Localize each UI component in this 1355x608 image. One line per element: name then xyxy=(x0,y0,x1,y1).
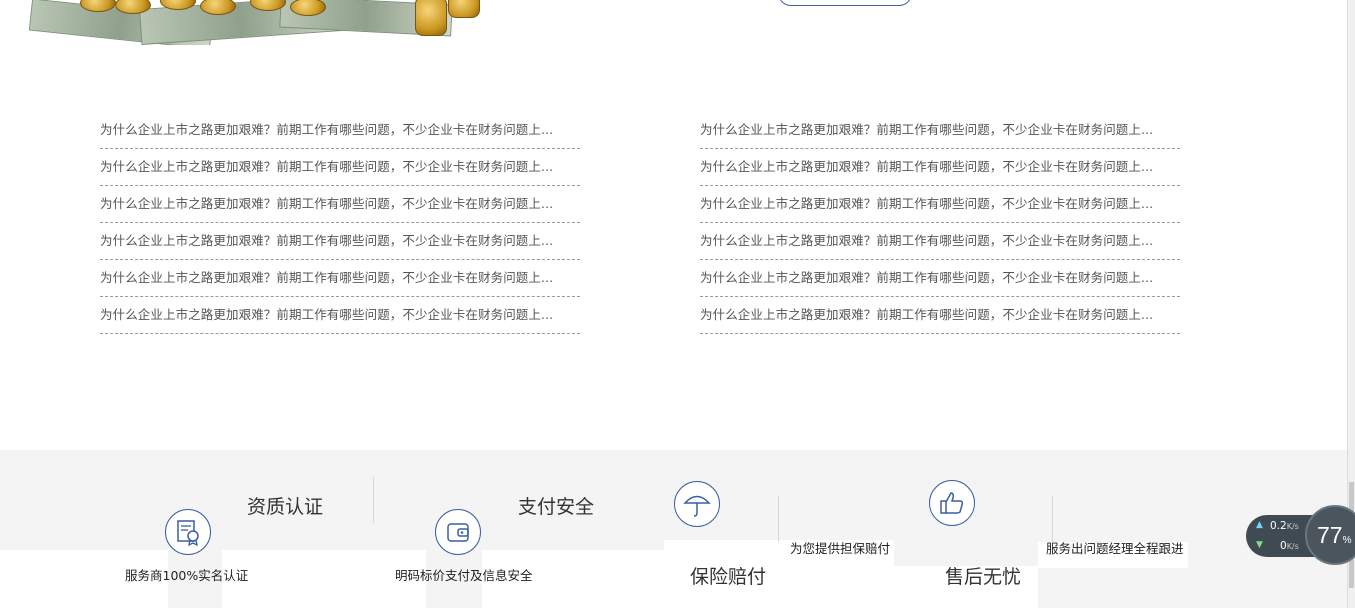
download-value: 0 xyxy=(1280,540,1287,552)
qualification-title: 资质认证 xyxy=(247,496,324,518)
news-item[interactable]: 为什么企业上市之路更加艰难？前期工作有哪些问题，不少企业卡在财务问题上... xyxy=(700,149,1180,186)
divider xyxy=(778,496,779,542)
payment-title: 支付安全 xyxy=(518,496,595,518)
certificate-icon xyxy=(165,509,211,555)
download-arrow-icon: ▼ xyxy=(1256,540,1263,550)
news-item[interactable]: 为什么企业上市之路更加艰难？前期工作有哪些问题，不少企业卡在财务问题上... xyxy=(100,112,580,149)
download-speed: ▼ 0K/s xyxy=(1256,540,1299,552)
divider xyxy=(1052,496,1053,542)
news-list-left: 为什么企业上市之路更加艰难？前期工作有哪些问题，不少企业卡在财务问题上... 为… xyxy=(100,112,580,334)
divider xyxy=(373,477,374,523)
news-item[interactable]: 为什么企业上市之路更加艰难？前期工作有哪些问题，不少企业卡在财务问题上... xyxy=(700,260,1180,297)
umbrella-icon xyxy=(674,481,720,527)
payment-desc: 明码标价支付及信息安全 xyxy=(395,568,533,583)
upload-speed: ▲ 0.2K/s xyxy=(1256,520,1299,532)
thumbs-up-icon xyxy=(929,480,975,526)
upload-value: 0.2 xyxy=(1270,520,1287,532)
aftersales-title: 售后无忧 xyxy=(945,566,1022,588)
gauge-percent: 77% xyxy=(1317,522,1352,549)
insurance-desc: 为您提供担保赔付 xyxy=(790,541,891,556)
news-item[interactable]: 为什么企业上市之路更加艰难？前期工作有哪些问题，不少企业卡在财务问题上... xyxy=(100,186,580,223)
news-list-right: 为什么企业上市之路更加艰难？前期工作有哪些问题，不少企业卡在财务问题上... 为… xyxy=(700,112,1180,334)
insurance-title: 保险赔付 xyxy=(690,566,767,588)
upload-unit: K/s xyxy=(1286,522,1299,531)
news-item[interactable]: 为什么企业上市之路更加艰难？前期工作有哪些问题，不少企业卡在财务问题上... xyxy=(100,260,580,297)
wallet-icon xyxy=(435,509,481,555)
memory-gauge[interactable]: 77% xyxy=(1305,505,1355,565)
news-item[interactable]: 为什么企业上市之路更加艰难？前期工作有哪些问题，不少企业卡在财务问题上... xyxy=(700,223,1180,260)
upload-arrow-icon: ▲ xyxy=(1256,520,1263,530)
download-unit: K/s xyxy=(1286,542,1299,551)
gauge-percent-sign: % xyxy=(1342,535,1352,546)
news-item[interactable]: 为什么企业上市之路更加艰难？前期工作有哪些问题，不少企业卡在财务问题上... xyxy=(700,297,1180,334)
qualification-desc: 服务商100%实名认证 xyxy=(125,568,249,583)
aftersales-desc: 服务出问题经理全程跟进 xyxy=(1046,541,1184,556)
news-item[interactable]: 为什么企业上市之路更加艰难？前期工作有哪些问题，不少企业卡在财务问题上... xyxy=(700,186,1180,223)
news-item[interactable]: 为什么企业上市之路更加艰难？前期工作有哪些问题，不少企业卡在财务问题上... xyxy=(100,149,580,186)
money-banner-image xyxy=(20,0,510,45)
gauge-value: 77 xyxy=(1317,522,1343,548)
news-item[interactable]: 为什么企业上市之路更加艰难？前期工作有哪些问题，不少企业卡在财务问题上... xyxy=(100,297,580,334)
top-pill-button[interactable] xyxy=(778,0,912,6)
news-item[interactable]: 为什么企业上市之路更加艰难？前期工作有哪些问题，不少企业卡在财务问题上... xyxy=(100,223,580,260)
news-item[interactable]: 为什么企业上市之路更加艰难？前期工作有哪些问题，不少企业卡在财务问题上... xyxy=(700,112,1180,149)
